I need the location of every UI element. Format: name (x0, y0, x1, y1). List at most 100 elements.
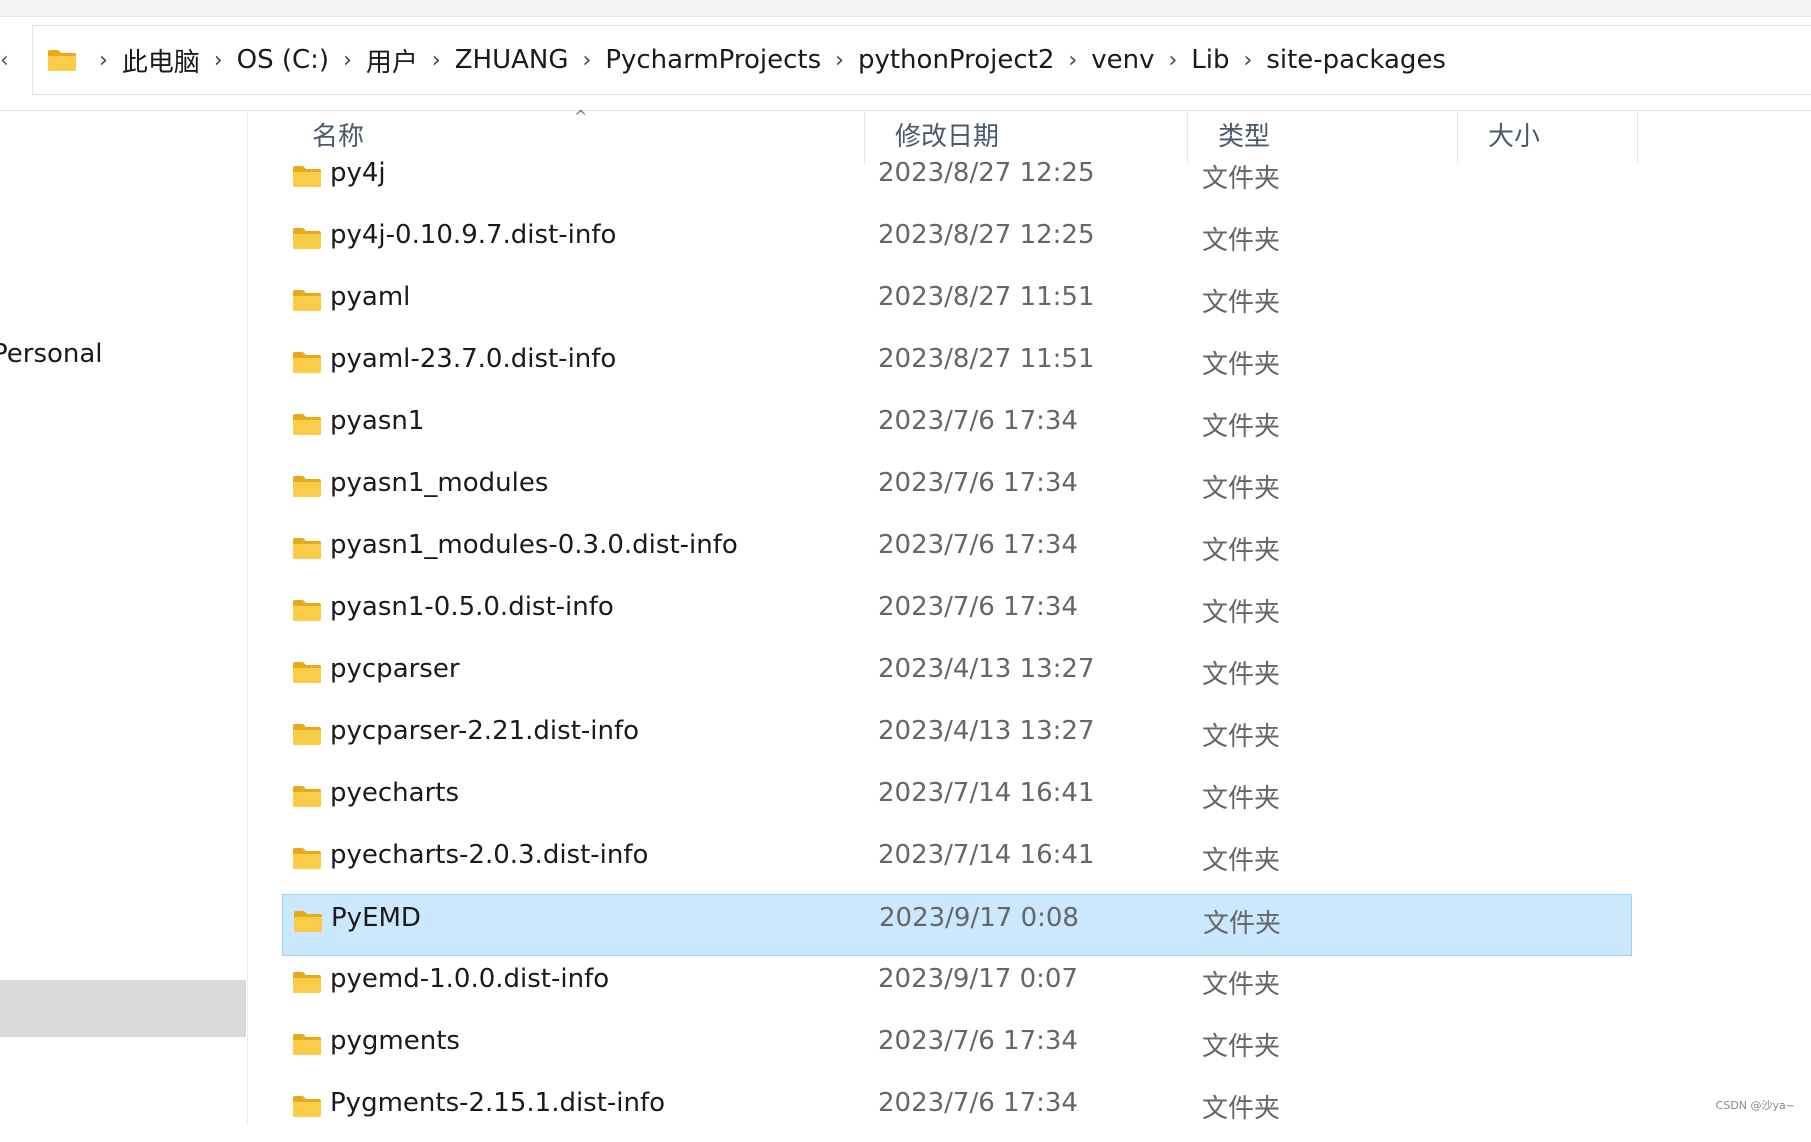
nav-item-personal[interactable]: Personal (0, 339, 103, 369)
folder-icon (292, 164, 322, 188)
folder-icon (292, 412, 322, 436)
breadcrumb-separator-icon[interactable]: › (1244, 48, 1253, 73)
file-modified-date: 2023/7/6 17:34 (878, 592, 1078, 622)
file-modified-date: 2023/7/14 16:41 (878, 778, 1095, 808)
file-row[interactable]: pyemd-1.0.0.dist-info2023/9/17 0:07文件夹 (282, 956, 1632, 1018)
breadcrumb-item[interactable]: ZHUANG (455, 45, 569, 75)
file-row[interactable]: pyasn1_modules-0.3.0.dist-info 2023/7/6 1… (282, 522, 1632, 584)
folder-icon (47, 48, 77, 72)
folder-icon (292, 226, 322, 250)
file-list: py4j2023/8/27 12:25文件夹py4j-0.10.9.7.dist… (282, 150, 1632, 1142)
file-type: 文件夹 (1202, 1088, 1280, 1125)
file-type: 文件夹 (1202, 1026, 1280, 1063)
file-name: pyecharts (330, 778, 459, 808)
file-name: pycparser (330, 654, 460, 684)
folder-icon (292, 846, 322, 870)
file-name: pyasn1-0.5.0.dist-info (330, 592, 614, 622)
breadcrumb-separator-icon[interactable]: › (1168, 48, 1177, 73)
file-name: pyaml (330, 282, 410, 312)
file-row[interactable]: pyasn12023/7/6 17:34文件夹 (282, 398, 1632, 460)
file-type: 文件夹 (1202, 344, 1280, 381)
file-type: 文件夹 (1202, 220, 1280, 257)
file-modified-date: 2023/4/13 13:27 (878, 716, 1095, 746)
address-bar[interactable]: › 此电脑 › OS (C:) › 用户 › ZHUANG › PycharmProjects › p… (32, 25, 1811, 95)
file-modified-date: 2023/8/27 11:51 (878, 282, 1095, 312)
file-modified-date: 2023/9/17 0:08 (879, 903, 1079, 933)
breadcrumb-separator-icon[interactable]: › (583, 48, 592, 73)
folder-icon (292, 598, 322, 622)
breadcrumb-separator-icon[interactable]: › (214, 48, 223, 73)
file-modified-date: 2023/7/6 17:34 (878, 468, 1078, 498)
file-row[interactable]: pyaml-23.7.0.dist-info 2023/8/27 11:51 文件夹 (282, 336, 1632, 398)
file-name: py4j (330, 158, 386, 188)
file-row[interactable]: pyasn1_modules2023/7/6 17:34文件夹 (282, 460, 1632, 522)
file-type: 文件夹 (1202, 282, 1280, 319)
file-modified-date: 2023/7/6 17:34 (878, 530, 1078, 560)
file-modified-date: 2023/7/6 17:34 (878, 406, 1078, 436)
file-name: PyEMD (331, 903, 421, 933)
breadcrumb-separator-icon[interactable]: › (99, 48, 108, 73)
file-row[interactable]: pycparser-2.21.dist-info2023/4/13 13:27文… (282, 708, 1632, 770)
breadcrumb-item[interactable]: pythonProject2 (858, 45, 1054, 75)
file-name: pyaml-23.7.0.dist-info (330, 344, 616, 374)
folder-icon (292, 1094, 322, 1118)
file-row[interactable]: pycparser 2023/4/13 13:27 文件夹 (282, 646, 1632, 708)
file-modified-date: 2023/8/27 12:25 (878, 158, 1095, 188)
file-name: pyasn1 (330, 406, 424, 436)
file-type: 文件夹 (1202, 654, 1280, 691)
file-modified-date: 2023/4/13 13:27 (878, 654, 1095, 684)
breadcrumb-item[interactable]: Lib (1191, 45, 1229, 75)
file-name: pyemd-1.0.0.dist-info (330, 964, 609, 994)
file-row[interactable]: pygments 2023/7/6 17:34 文件夹 (282, 1018, 1632, 1080)
nav-back-chevron-icon[interactable]: ‹ (0, 46, 10, 76)
nav-item-selected[interactable] (0, 980, 246, 1037)
breadcrumb-separator-icon[interactable]: › (835, 48, 844, 73)
folder-icon (293, 909, 323, 933)
file-type: 文件夹 (1202, 840, 1280, 877)
breadcrumb-item[interactable]: site-packages (1266, 45, 1446, 75)
folder-icon (292, 350, 322, 374)
navigation-pane: Personal (0, 111, 248, 1125)
file-type: 文件夹 (1202, 530, 1280, 567)
folder-icon (292, 288, 322, 312)
file-modified-date: 2023/7/6 17:34 (878, 1026, 1078, 1056)
breadcrumb-item[interactable]: 用户 (366, 42, 418, 79)
breadcrumb-separator-icon[interactable]: › (343, 48, 352, 73)
file-type: 文件夹 (1202, 778, 1280, 815)
breadcrumb-item[interactable]: PycharmProjects (605, 45, 821, 75)
folder-icon (292, 722, 322, 746)
file-type: 文件夹 (1202, 158, 1280, 195)
file-row[interactable]: pyecharts 2023/7/14 16:41 文件夹 (282, 770, 1632, 832)
file-type: 文件夹 (1202, 964, 1280, 1001)
file-row[interactable]: py4j 2023/8/27 12:25 文件夹 (282, 150, 1632, 212)
file-row[interactable]: pyaml 2023/8/27 11:51 文件夹 (282, 274, 1632, 336)
file-name: pyecharts-2.0.3.dist-info (330, 840, 648, 870)
file-name: pygments (330, 1026, 460, 1056)
file-row[interactable]: PyEMD2023/9/17 0:08文件夹 (282, 894, 1632, 956)
file-modified-date: 2023/7/6 17:34 (878, 1088, 1078, 1118)
file-type: 文件夹 (1202, 716, 1280, 753)
folder-icon (292, 1032, 322, 1056)
file-modified-date: 2023/7/14 16:41 (878, 840, 1095, 870)
file-name: pyasn1_modules (330, 468, 548, 498)
file-row[interactable]: pyasn1-0.5.0.dist-info 2023/7/6 17:34 文件夹 (282, 584, 1632, 646)
breadcrumb-item[interactable]: 此电脑 (122, 42, 200, 79)
breadcrumb-item[interactable]: OS (C:) (237, 45, 329, 75)
file-modified-date: 2023/8/27 11:51 (878, 344, 1095, 374)
file-name: py4j-0.10.9.7.dist-info (330, 220, 616, 250)
breadcrumb-item[interactable]: venv (1091, 45, 1154, 75)
folder-icon (292, 784, 322, 808)
folder-icon (292, 970, 322, 994)
file-name: pyasn1_modules-0.3.0.dist-info (330, 530, 738, 560)
folder-icon (292, 536, 322, 560)
file-row[interactable]: py4j-0.10.9.7.dist-info 2023/8/27 12:25 文件… (282, 212, 1632, 274)
file-type: 文件夹 (1202, 592, 1280, 629)
watermark: CSDN @沙ya~ (1716, 1097, 1795, 1113)
file-row[interactable]: pyecharts-2.0.3.dist-info 2023/7/14 16:41… (282, 832, 1632, 894)
window-top-strip (0, 0, 1811, 17)
folder-icon (292, 660, 322, 684)
breadcrumb-separator-icon[interactable]: › (432, 48, 441, 73)
file-modified-date: 2023/8/27 12:25 (878, 220, 1095, 250)
file-row[interactable]: Pygments-2.15.1.dist-info2023/7/6 17:34文… (282, 1080, 1632, 1142)
breadcrumb-separator-icon[interactable]: › (1068, 48, 1077, 73)
